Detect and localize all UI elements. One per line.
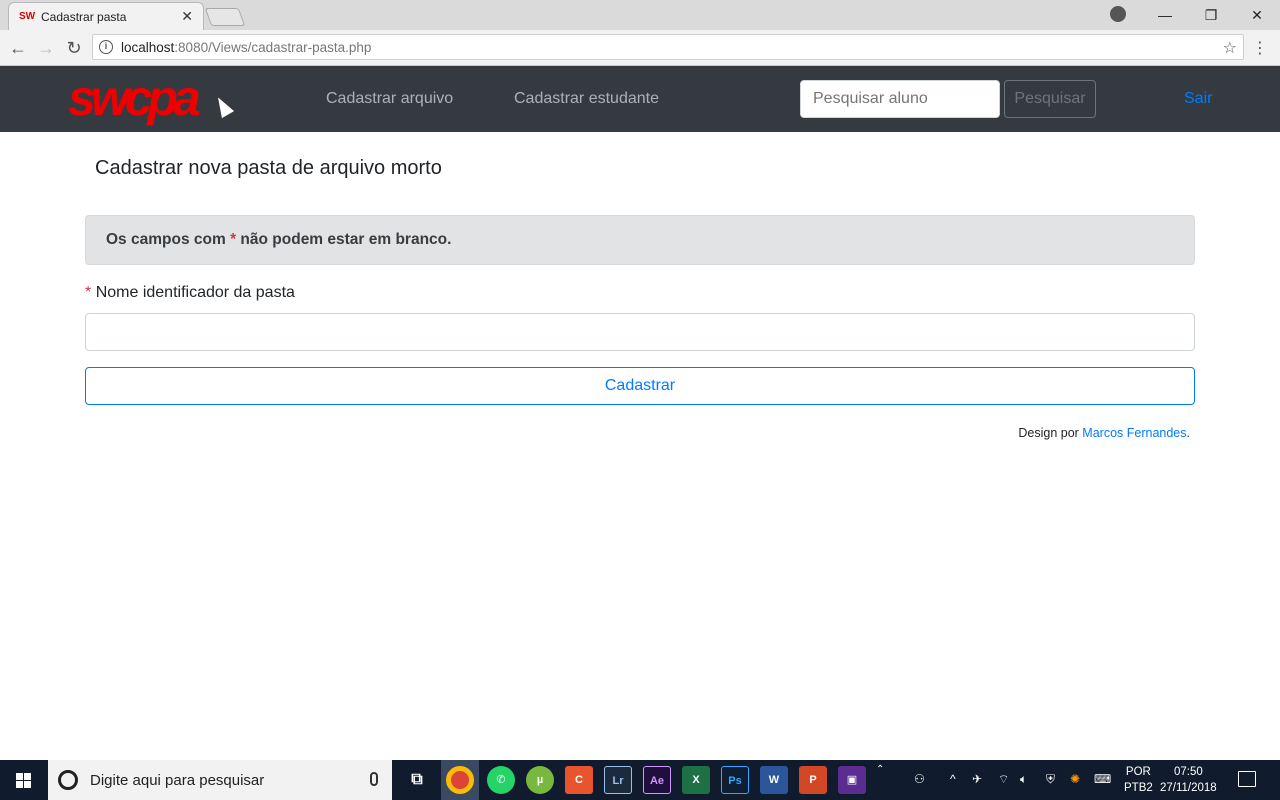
tab-close-icon[interactable]: ✕ bbox=[181, 8, 193, 25]
footer-suffix: . bbox=[1186, 426, 1190, 440]
people-icon[interactable]: ⚇ bbox=[914, 772, 925, 786]
tab-title: Cadastrar pasta bbox=[41, 9, 127, 24]
ccleaner-icon[interactable]: C bbox=[565, 766, 593, 794]
taskbar-scroll-icon[interactable]: ⌃ bbox=[876, 764, 884, 775]
search-button[interactable]: Pesquisar bbox=[1004, 80, 1096, 118]
wifi-icon[interactable]: ⌔ bbox=[998, 772, 1009, 787]
browser-menu-icon[interactable]: ⋮ bbox=[1252, 38, 1268, 58]
security-shield-icon[interactable]: ⛨ bbox=[1046, 772, 1055, 787]
powerpoint-icon[interactable]: P bbox=[799, 766, 827, 794]
back-icon[interactable]: ← bbox=[6, 36, 30, 60]
notifications-icon[interactable] bbox=[1238, 771, 1256, 787]
whatsapp-icon[interactable]: ✆ bbox=[487, 766, 515, 794]
footer-credit: Design por Marcos Fernandes. bbox=[1018, 426, 1190, 440]
field-required-star: * bbox=[85, 284, 92, 301]
brand-logo[interactable]: swcpa bbox=[68, 72, 201, 124]
taskbar-search-box[interactable]: Digite aqui para pesquisar bbox=[48, 760, 392, 800]
page-title: Cadastrar nova pasta de arquivo morto bbox=[95, 157, 442, 179]
browser-tab[interactable]: SW Cadastrar pasta ✕ bbox=[8, 2, 204, 30]
taskbar-search-placeholder: Digite aqui para pesquisar bbox=[90, 771, 265, 789]
close-window-icon[interactable]: ✕ bbox=[1234, 7, 1280, 24]
windows-start-icon[interactable] bbox=[0, 760, 48, 800]
info-icon[interactable]: i bbox=[99, 40, 113, 54]
restore-icon[interactable]: ❐ bbox=[1188, 7, 1234, 24]
footer-prefix: Design por bbox=[1018, 426, 1079, 440]
keyboard-icon[interactable]: ⌨ bbox=[1094, 772, 1111, 786]
keyboard-layout: PTB2 bbox=[1124, 782, 1153, 794]
task-view-icon[interactable]: ⧉ bbox=[403, 766, 431, 794]
footer-author-link[interactable]: Marcos Fernandes bbox=[1082, 426, 1186, 440]
app-icon[interactable]: ▣ bbox=[838, 766, 866, 794]
volume-icon[interactable]: 🔈︎ bbox=[1020, 772, 1027, 787]
browser-toolbar: ← → ↻ i localhost:8080/Views/cadastrar-p… bbox=[0, 30, 1280, 66]
chrome-icon[interactable] bbox=[446, 766, 474, 794]
clock-time: 07:50 bbox=[1173, 766, 1203, 778]
minimize-icon[interactable]: — bbox=[1142, 7, 1188, 23]
nav-link-cadastrar-estudante[interactable]: Cadastrar estudante bbox=[514, 90, 659, 108]
avast-icon[interactable]: ✺ bbox=[1070, 772, 1080, 786]
folder-name-label: * Nome identificador da pasta bbox=[85, 284, 295, 302]
browser-titlebar: SW Cadastrar pasta ✕ — ❐ ✕ bbox=[0, 0, 1280, 30]
alert-suffix: não podem estar em branco. bbox=[240, 231, 452, 248]
url-host: localhost bbox=[121, 39, 175, 55]
system-clock[interactable]: 07:50 27/11/2018 bbox=[1160, 764, 1217, 796]
field-label-text: Nome identificador da pasta bbox=[95, 284, 295, 301]
utorrent-icon[interactable]: µ bbox=[526, 766, 554, 794]
lightroom-icon[interactable]: Lr bbox=[604, 766, 632, 794]
input-language[interactable]: POR PTB2 bbox=[1124, 764, 1153, 796]
window-controls: — ❐ ✕ bbox=[1142, 0, 1280, 30]
tray-chevron-icon[interactable]: ^ bbox=[950, 772, 956, 786]
address-bar[interactable]: i localhost:8080/Views/cadastrar-pasta.p… bbox=[92, 34, 1244, 60]
microphone-icon[interactable] bbox=[370, 772, 378, 786]
url-path: :8080/Views/cadastrar-pasta.php bbox=[174, 39, 372, 55]
profile-icon[interactable] bbox=[1110, 6, 1126, 22]
clock-date: 27/11/2018 bbox=[1160, 782, 1217, 794]
reload-icon[interactable]: ↻ bbox=[62, 36, 86, 60]
site-navbar: swcpa Cadastrar arquivo Cadastrar estuda… bbox=[0, 66, 1280, 132]
cadastrar-button[interactable]: Cadastrar bbox=[85, 367, 1195, 405]
windows-taskbar: Digite aqui para pesquisar ⧉ ✆ µ C Lr Ae… bbox=[0, 760, 1280, 800]
cortana-icon[interactable] bbox=[58, 770, 78, 790]
word-icon[interactable]: W bbox=[760, 766, 788, 794]
nav-link-cadastrar-arquivo[interactable]: Cadastrar arquivo bbox=[326, 90, 453, 108]
folder-name-input[interactable] bbox=[85, 313, 1195, 351]
logout-link[interactable]: Sair bbox=[1184, 90, 1212, 108]
alert-required-star: * bbox=[230, 231, 237, 248]
new-tab-button[interactable] bbox=[204, 8, 246, 26]
bookmark-star-icon[interactable]: ☆ bbox=[1223, 38, 1237, 58]
required-fields-alert: Os campos com * não podem estar em branc… bbox=[85, 215, 1195, 265]
photoshop-icon[interactable]: Ps bbox=[721, 766, 749, 794]
favicon-icon: SW bbox=[19, 10, 36, 22]
alert-prefix: Os campos com bbox=[106, 231, 226, 248]
forward-icon[interactable]: → bbox=[34, 36, 58, 60]
search-input[interactable] bbox=[800, 80, 1000, 118]
language-code: POR bbox=[1125, 766, 1151, 778]
after-effects-icon[interactable]: Ae bbox=[643, 766, 671, 794]
excel-icon[interactable]: X bbox=[682, 766, 710, 794]
network-app-icon[interactable]: ✈ bbox=[972, 772, 982, 786]
